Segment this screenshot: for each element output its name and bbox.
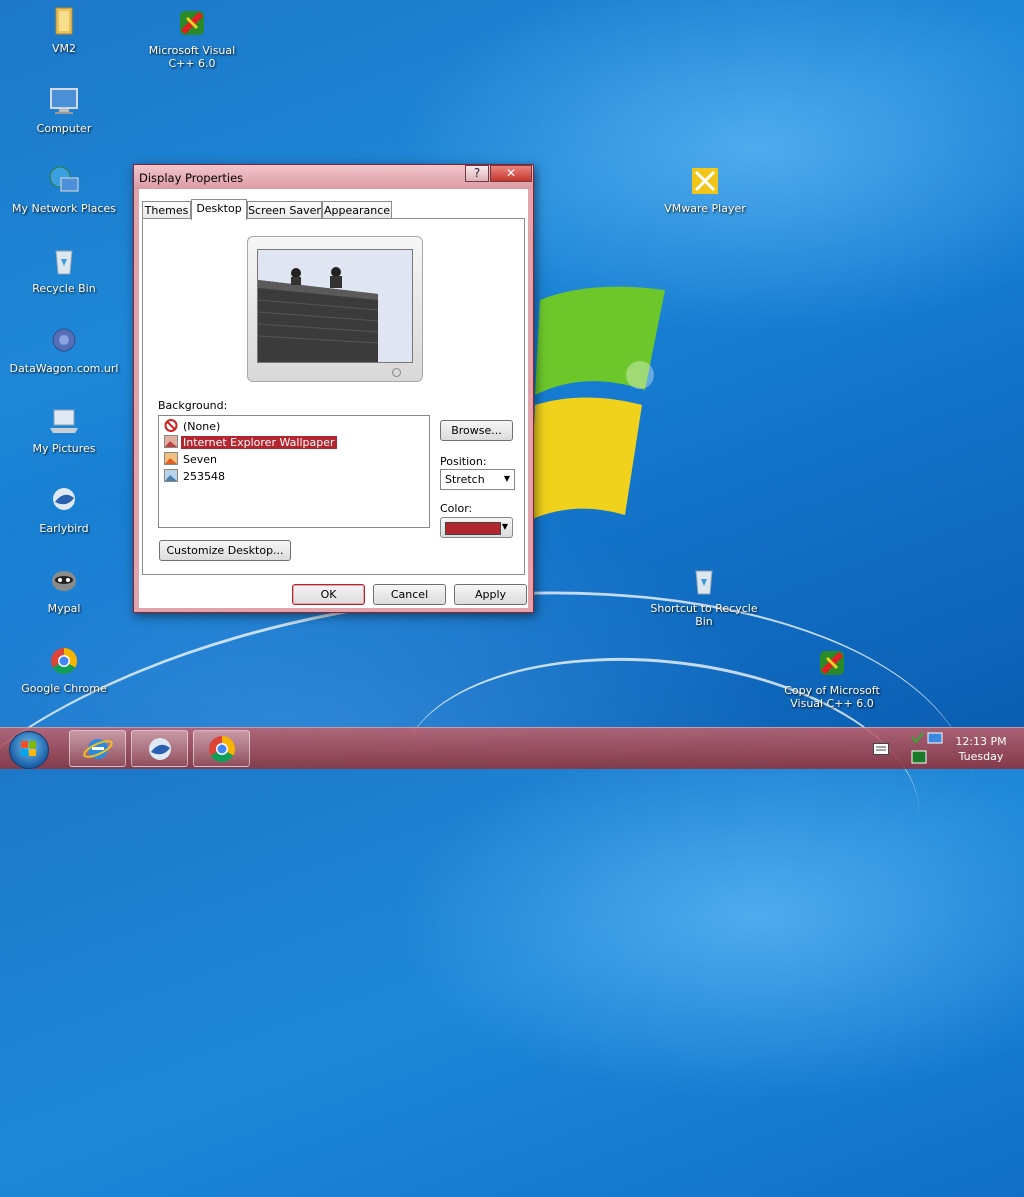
preview-photo	[258, 250, 412, 362]
clock-time: 12:13 PM	[955, 735, 1007, 748]
keyboard-icon[interactable]	[873, 743, 889, 755]
desktop-icon-label: Google Chrome	[21, 682, 107, 695]
desktop-icon-label: Earlybird	[39, 522, 89, 535]
customize-desktop-button[interactable]: Customize Desktop...	[159, 540, 291, 561]
tab-desktop[interactable]: Desktop	[191, 199, 247, 220]
internet-explorer-icon	[83, 739, 113, 759]
image-icon	[164, 469, 178, 482]
none-icon	[164, 419, 178, 432]
desktop-icon-label: Computer	[36, 122, 92, 135]
desktop-icon-label: Mypal	[47, 602, 81, 615]
background-item-ie-wallpaper[interactable]: Internet Explorer Wallpaper	[164, 435, 338, 450]
dialog-titlebar[interactable]: Display Properties ? ✕	[134, 165, 533, 189]
chevron-down-icon: ▼	[501, 522, 508, 531]
vmware-icon	[692, 168, 718, 194]
background-item-label: (None)	[183, 420, 221, 433]
url-shortcut-icon	[52, 328, 76, 352]
desktop-icon-label: VM2	[51, 42, 76, 55]
computer-icon	[50, 88, 78, 114]
clock-day: Tuesday	[958, 750, 1004, 763]
system-clock[interactable]: 12:13 PM Tuesday	[944, 734, 1018, 764]
position-value: Stretch	[445, 473, 485, 486]
background-label: Background:	[158, 399, 228, 412]
dialog-client-area: Themes Desktop Screen Saver Appearance B…	[139, 189, 528, 608]
ok-button[interactable]: OK	[292, 584, 365, 605]
earlybird-icon	[53, 488, 75, 510]
color-swatch	[445, 522, 501, 535]
browse-button[interactable]: Browse...	[440, 420, 513, 441]
background-item-label: 253548	[183, 470, 225, 483]
color-label: Color:	[440, 502, 473, 515]
position-label: Position:	[440, 455, 487, 468]
taskbar-earlybird[interactable]	[131, 730, 188, 767]
background-item-seven[interactable]: Seven	[164, 452, 219, 467]
windows-logo-wallpaper	[530, 286, 665, 520]
background-item-label: Seven	[183, 453, 217, 466]
tab-screen-saver[interactable]: Screen Saver	[247, 201, 322, 219]
tab-appearance[interactable]: Appearance	[322, 201, 392, 219]
help-button[interactable]: ?	[465, 165, 489, 182]
wallpaper-preview-image	[257, 249, 413, 363]
desktop-icon-my-pictures[interactable]: My Pictures	[9, 404, 119, 455]
desktop-icon-label: My Network Places	[12, 202, 116, 215]
pictures-icon	[50, 409, 78, 433]
display-properties-dialog: Display Properties ? ✕ Themes Desktop Sc…	[133, 164, 534, 613]
visual-cpp-icon	[820, 651, 844, 675]
chevron-down-icon: ▼	[503, 474, 510, 483]
desktop-icon-vm2[interactable]: VM2	[9, 4, 119, 55]
recycle-bin-icon	[695, 570, 713, 595]
taskbar: 12:13 PM Tuesday	[0, 727, 1024, 769]
desktop-icon-mypal[interactable]: Mypal	[9, 564, 119, 615]
mypal-icon	[52, 571, 76, 591]
windows-logo-icon	[21, 741, 36, 756]
desktop-icon-datawagon[interactable]: DataWagon.com.url	[9, 324, 119, 375]
background-item-none[interactable]: (None)	[164, 419, 222, 434]
background-item-label: Internet Explorer Wallpaper	[180, 435, 338, 450]
desktop-icon-shortcut-recycle-bin[interactable]: Shortcut to Recycle Bin	[649, 564, 759, 628]
desktop-icon-recycle-bin[interactable]: Recycle Bin	[9, 244, 119, 295]
background-listbox[interactable]: (None) Internet Explorer Wallpaper Seven…	[158, 415, 430, 528]
desktop-icon-computer[interactable]: Computer	[9, 84, 119, 135]
taskbar-chrome[interactable]	[193, 730, 250, 767]
monitor-preview	[247, 236, 423, 382]
monitor-power-light	[392, 368, 401, 377]
desktop-icon-label: Recycle Bin	[32, 282, 96, 295]
tab-themes[interactable]: Themes	[142, 201, 191, 219]
desktop-tab-panel: Background: (None) Internet Explorer Wal…	[142, 218, 525, 575]
close-button[interactable]: ✕	[490, 165, 532, 182]
desktop-icon-google-chrome[interactable]: Google Chrome	[9, 644, 119, 695]
desktop-icon-vmware-player[interactable]: VMware Player	[650, 164, 760, 215]
color-picker[interactable]: ▼	[440, 517, 513, 538]
desktop-icon-visual-cpp[interactable]: Microsoft Visual C++ 6.0	[137, 6, 247, 70]
visual-cpp-icon	[180, 11, 204, 35]
image-icon	[164, 435, 178, 448]
apply-button[interactable]: Apply	[454, 584, 527, 605]
desktop-icon-network[interactable]: My Network Places	[9, 164, 119, 215]
desktop-icon-label: My Pictures	[32, 442, 96, 455]
network-icon	[49, 166, 79, 192]
desktop-icon-label: VMware Player	[664, 202, 746, 215]
desktop-icon-label: Shortcut to Recycle Bin	[650, 602, 758, 628]
desktop-icon-earlybird[interactable]: Earlybird	[9, 484, 119, 535]
cancel-button[interactable]: Cancel	[373, 584, 446, 605]
background-item-253548[interactable]: 253548	[164, 469, 227, 484]
taskbar-internet-explorer[interactable]	[69, 730, 126, 767]
desktop-icon-label: Copy of Microsoft Visual C++ 6.0	[784, 684, 880, 710]
chrome-icon	[51, 647, 78, 675]
notification-area-icons[interactable]	[910, 731, 944, 765]
start-button[interactable]	[9, 731, 49, 769]
image-icon	[164, 452, 178, 465]
recycle-bin-icon	[55, 250, 73, 275]
folder-icon	[55, 7, 73, 35]
desktop-icon-label: DataWagon.com.url	[9, 362, 119, 375]
desktop-icon-copy-visual-cpp[interactable]: Copy of Microsoft Visual C++ 6.0	[777, 646, 887, 710]
chrome-icon	[209, 735, 236, 763]
earlybird-icon	[149, 738, 171, 760]
position-select[interactable]: Stretch ▼	[440, 469, 515, 490]
desktop-icon-label: Microsoft Visual C++ 6.0	[148, 44, 236, 70]
dialog-title: Display Properties	[139, 171, 244, 185]
